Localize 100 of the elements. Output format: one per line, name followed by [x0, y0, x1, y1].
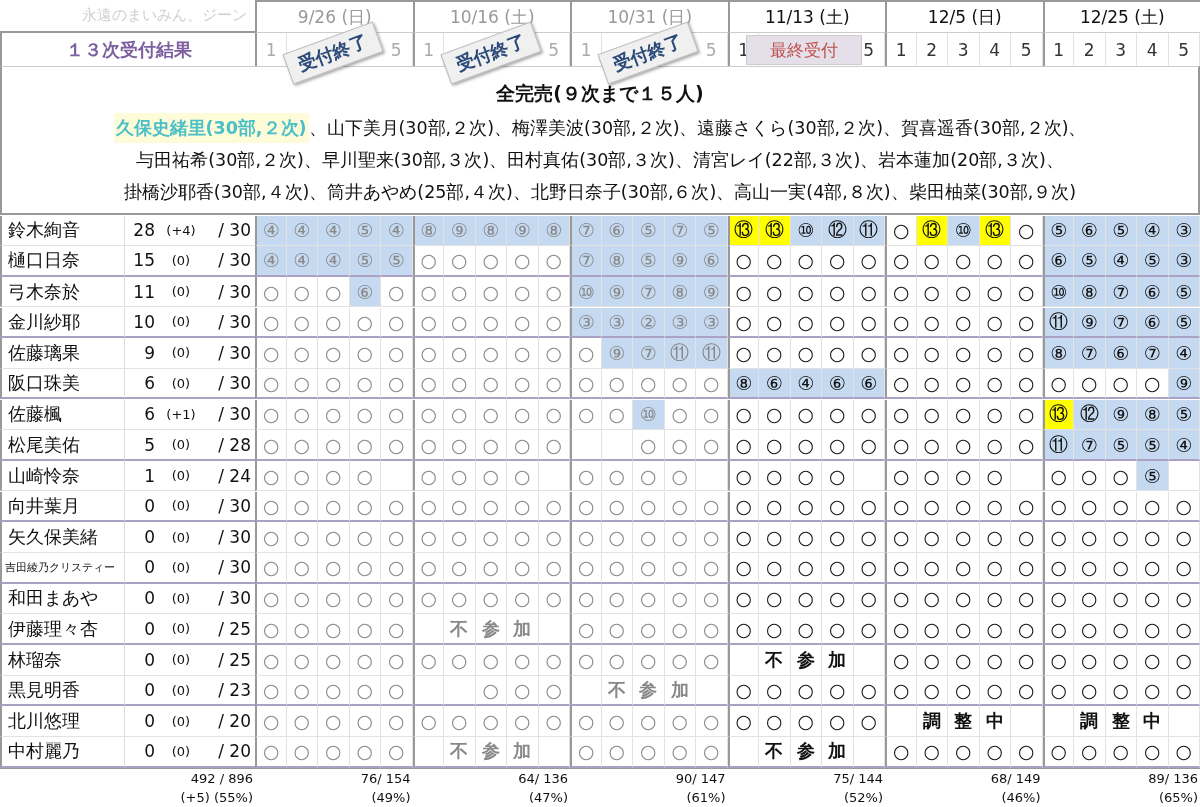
- slot-mark: ○: [444, 307, 476, 339]
- slot-number: ③: [601, 307, 633, 339]
- slot-mark: ○: [318, 460, 350, 492]
- slot-mark: ○: [538, 491, 570, 523]
- slot-mark: ○: [570, 706, 602, 737]
- slot-mark: ○: [822, 307, 854, 339]
- slot-number: ⑤: [1105, 430, 1137, 461]
- slot-mark: ○: [1011, 614, 1043, 645]
- slot-mark: ○: [1105, 491, 1137, 523]
- slot-mark: ○: [475, 522, 507, 553]
- slot-mark: ○: [1042, 460, 1074, 492]
- slot-mark: ○: [507, 399, 539, 431]
- sold-count: 10: [132, 311, 155, 332]
- slot-mark: ○: [633, 460, 665, 492]
- slot-mark: ○: [1168, 737, 1200, 768]
- part-number: 5: [1011, 33, 1043, 67]
- slot-mark: ○: [475, 276, 507, 308]
- slot-mark: ○: [538, 706, 570, 737]
- part-number: 4: [1137, 33, 1169, 67]
- slot-mark: ○: [916, 491, 948, 523]
- slot-mark: ○: [255, 276, 287, 308]
- slot-mark: ○: [570, 737, 602, 768]
- empty-cell: [538, 460, 570, 492]
- slot-mark: ○: [349, 614, 381, 645]
- slot-number: ⑥: [1074, 215, 1106, 246]
- slot-mark: ○: [1074, 522, 1106, 553]
- slot-number: ⑧: [1074, 276, 1106, 308]
- slot-mark: ○: [759, 675, 791, 707]
- slot-number: ⑬: [979, 215, 1011, 246]
- sold-count: 5: [143, 434, 155, 455]
- slot-mark: ○: [1011, 338, 1043, 369]
- slot-mark: ○: [664, 583, 696, 615]
- slot-mark: ○: [255, 307, 287, 339]
- part-number: 3: [948, 33, 980, 67]
- limit-count: / 24: [217, 465, 251, 486]
- slot-mark: ○: [853, 491, 885, 523]
- slot-mark: ○: [1011, 399, 1043, 431]
- slot-number: ⑬: [759, 215, 791, 246]
- empty-cell: [853, 645, 885, 676]
- slot-mark: ○: [790, 276, 822, 308]
- date-header: 12/5 (日): [885, 0, 1043, 33]
- slot-number: ⑨: [507, 215, 539, 246]
- slot-mark: ○: [412, 368, 444, 400]
- date-percent: (65%): [1158, 788, 1198, 807]
- slot-mark: ○: [1137, 737, 1169, 768]
- date-percent: (46%): [1001, 788, 1041, 807]
- change-count: (0): [170, 252, 192, 268]
- slot-number: ④: [286, 215, 318, 246]
- limit-count: / 30: [217, 527, 251, 548]
- sold-count: 0: [143, 557, 155, 578]
- slot-mark: ○: [601, 737, 633, 768]
- slot-number: ④: [318, 215, 350, 246]
- slot-mark: ○: [1074, 583, 1106, 615]
- slot-mark: ○: [349, 706, 381, 737]
- slot-mark: ○: [759, 276, 791, 308]
- slot-mark: ○: [601, 583, 633, 615]
- member-name: 中村麗乃: [0, 737, 125, 768]
- status-text: 参: [475, 737, 507, 768]
- slot-mark: ○: [286, 307, 318, 339]
- slot-number: ⑬: [1042, 399, 1074, 431]
- slot-mark: ○: [381, 430, 413, 461]
- slot-mark: ○: [664, 399, 696, 431]
- slot-mark: ○: [381, 553, 413, 584]
- slot-mark: ○: [601, 368, 633, 400]
- slot-mark: ○: [822, 246, 854, 277]
- slot-number: ③: [570, 307, 602, 339]
- slot-mark: ○: [255, 430, 287, 461]
- slot-number: ③: [1168, 246, 1200, 277]
- slot-mark: ○: [318, 645, 350, 676]
- slot-mark: ○: [1011, 368, 1043, 400]
- slot-mark: ○: [286, 583, 318, 615]
- slot-mark: ○: [318, 522, 350, 553]
- slot-mark: ○: [633, 583, 665, 615]
- limit-count: / 30: [217, 311, 251, 332]
- slot-mark: ○: [349, 491, 381, 523]
- slot-mark: ○: [790, 553, 822, 584]
- change-count: (0): [170, 314, 192, 330]
- slot-mark: ○: [822, 706, 854, 737]
- part-number: 5: [1168, 33, 1200, 67]
- slot-mark: ○: [255, 491, 287, 523]
- slot-mark: ○: [1011, 583, 1043, 615]
- slot-mark: ○: [381, 399, 413, 431]
- slot-mark: ○: [1105, 737, 1137, 768]
- date-total: 76/ 154: [360, 769, 411, 788]
- slot-mark: ○: [570, 553, 602, 584]
- slot-mark: ○: [444, 338, 476, 369]
- change-count: (0): [170, 375, 192, 391]
- slot-number: ⑧: [412, 215, 444, 246]
- slot-mark: ○: [948, 460, 980, 492]
- change-count: (0): [170, 284, 192, 300]
- slot-number: ④: [381, 215, 413, 246]
- sold-count: 6: [143, 404, 155, 425]
- slot-mark: ○: [601, 645, 633, 676]
- slot-number: ⑪: [1042, 307, 1074, 339]
- slot-mark: ○: [601, 706, 633, 737]
- slot-mark: ○: [444, 706, 476, 737]
- slot-mark: ○: [853, 307, 885, 339]
- slot-mark: ○: [318, 553, 350, 584]
- slot-mark: ○: [286, 460, 318, 492]
- part-number: 1: [1042, 33, 1074, 67]
